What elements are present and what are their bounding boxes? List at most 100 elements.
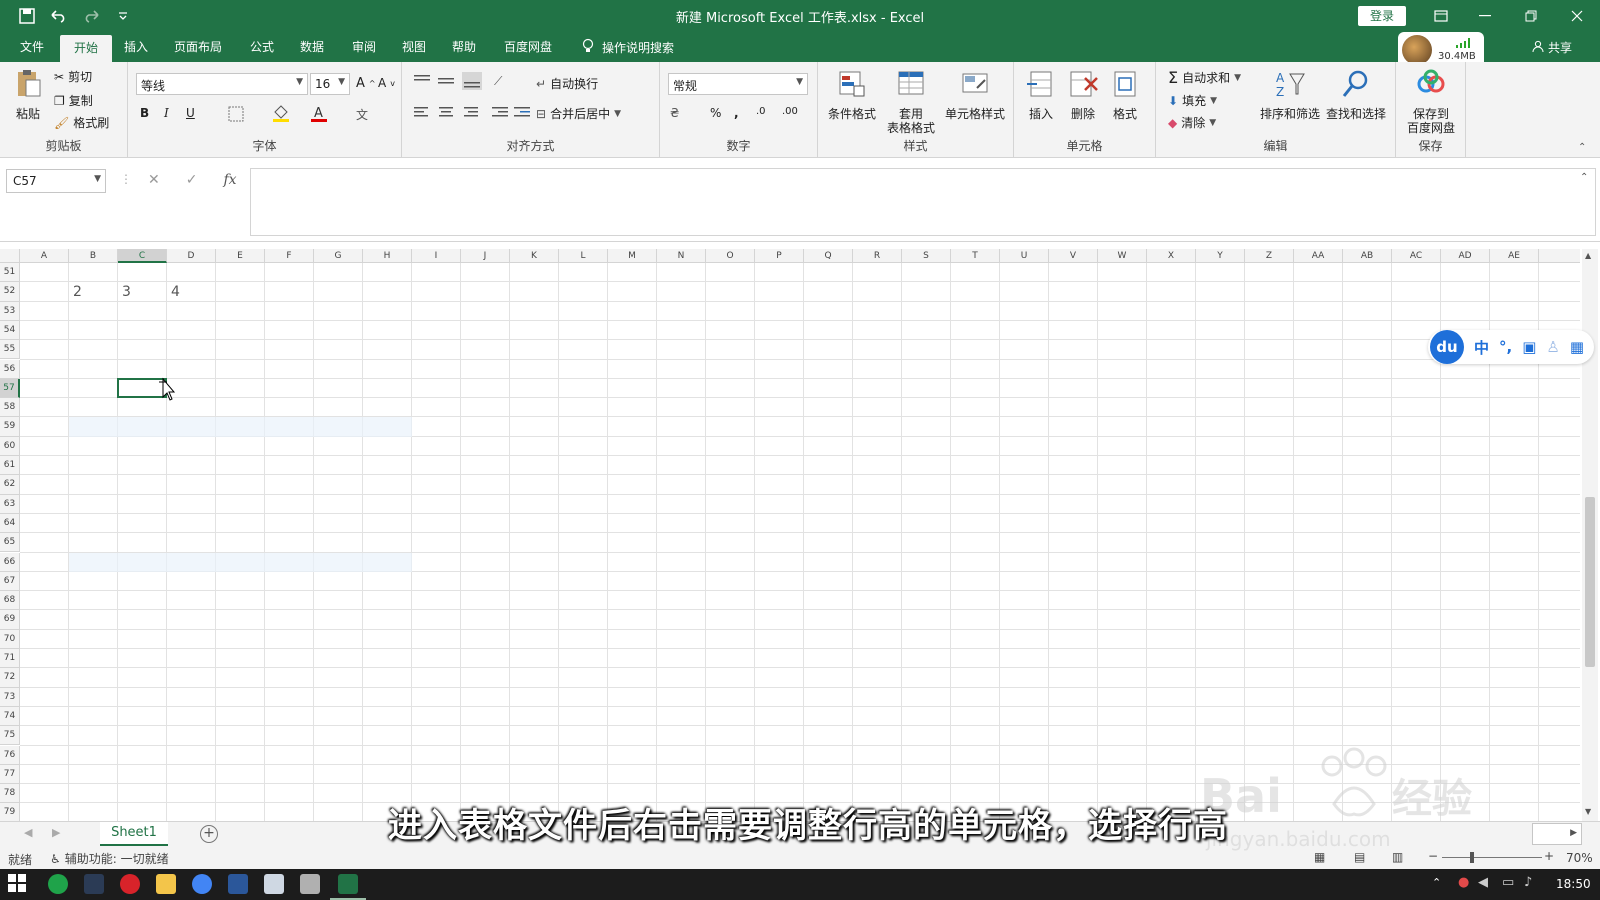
decrease-decimal-icon[interactable]: .00: [782, 106, 798, 117]
clock[interactable]: 18:50: [1556, 877, 1591, 891]
toolbox-icon[interactable]: ▣: [1522, 338, 1536, 356]
align-bottom-icon[interactable]: [462, 72, 482, 90]
tab-insert[interactable]: 插入: [120, 38, 152, 55]
conditional-formatting-button[interactable]: 条件格式: [824, 68, 880, 121]
font-size-select[interactable]: 16 ▼: [310, 73, 350, 95]
align-right-icon[interactable]: [462, 106, 478, 118]
column-header-u[interactable]: U: [1000, 249, 1049, 263]
next-sheet-icon[interactable]: ▶: [52, 826, 60, 839]
sheet-tab[interactable]: Sheet1: [100, 822, 168, 846]
row-header-77[interactable]: 77: [0, 764, 20, 785]
tab-page-layout[interactable]: 页面布局: [170, 38, 226, 55]
tray-mic-icon[interactable]: ◀: [1478, 875, 1488, 890]
collapse-formula-bar-icon[interactable]: ⌃: [1580, 172, 1588, 183]
column-header-r[interactable]: R: [853, 249, 902, 263]
format-painter-button[interactable]: 🖌 格式刷: [54, 114, 109, 131]
column-header-e[interactable]: E: [216, 249, 265, 263]
cell-c52[interactable]: 3: [122, 284, 131, 300]
row-header-74[interactable]: 74: [0, 706, 20, 727]
row-header-76[interactable]: 76: [0, 745, 20, 765]
row-header-66[interactable]: 66: [0, 552, 20, 572]
row-header-73[interactable]: 73: [0, 687, 20, 707]
find-select-button[interactable]: 查找和选择: [1324, 68, 1388, 121]
cell-styles-button[interactable]: 单元格样式: [942, 68, 1008, 121]
formula-input[interactable]: [250, 168, 1596, 236]
ime-mode-toggle[interactable]: 中: [1474, 337, 1489, 358]
login-button[interactable]: 登录: [1358, 6, 1406, 26]
restore-icon[interactable]: [1508, 0, 1554, 32]
column-header-x[interactable]: X: [1147, 249, 1196, 263]
tell-me-search[interactable]: 操作说明搜索: [582, 38, 674, 57]
scroll-down-icon[interactable]: ▼: [1585, 807, 1591, 816]
row-header-56[interactable]: 56: [0, 359, 20, 379]
row-header-51[interactable]: 51: [0, 263, 20, 283]
font-color-icon[interactable]: A: [310, 104, 328, 122]
tab-home[interactable]: 开始: [60, 35, 113, 62]
ribbon-display-icon[interactable]: [1418, 0, 1464, 32]
column-header-h[interactable]: H: [363, 249, 412, 263]
row-header-52[interactable]: 52: [0, 282, 20, 302]
tray-chevron-icon[interactable]: ⌃: [1432, 876, 1441, 889]
merge-center-button[interactable]: ⊟ 合并后居中 ▼: [536, 105, 621, 122]
align-left-icon[interactable]: [414, 106, 430, 118]
percent-icon[interactable]: %: [710, 106, 721, 120]
shrink-font-icon[interactable]: Av: [378, 76, 395, 90]
row-header-60[interactable]: 60: [0, 436, 20, 456]
cut-button[interactable]: ✂ 剪切: [54, 68, 92, 85]
bold-button[interactable]: B: [140, 106, 149, 120]
file-explorer-icon[interactable]: [156, 874, 176, 894]
cell-d52[interactable]: 4: [171, 284, 180, 300]
scroll-right-icon[interactable]: ▶: [1570, 828, 1577, 838]
tray-app-icon[interactable]: ●: [1458, 875, 1469, 890]
format-as-table-button[interactable]: 套用 表格格式: [884, 68, 938, 135]
column-header-ac[interactable]: AC: [1392, 249, 1441, 263]
network-icon[interactable]: ▭: [1502, 875, 1514, 890]
tab-view[interactable]: 视图: [398, 38, 430, 55]
zoom-in-icon[interactable]: +: [1544, 849, 1554, 863]
column-header-s[interactable]: S: [902, 249, 951, 263]
zoom-slider[interactable]: [1442, 852, 1542, 863]
prev-sheet-icon[interactable]: ◀: [24, 826, 32, 839]
tab-data[interactable]: 数据: [296, 38, 328, 55]
phonetic-icon[interactable]: 文: [356, 106, 368, 123]
row-header-79[interactable]: 79: [0, 803, 20, 821]
column-header-ae[interactable]: AE: [1490, 249, 1539, 263]
sort-filter-button[interactable]: AZ 排序和筛选: [1258, 68, 1322, 121]
punctuation-icon[interactable]: °,: [1499, 338, 1512, 356]
scroll-thumb[interactable]: [1585, 497, 1595, 667]
align-middle-icon[interactable]: [438, 74, 454, 88]
tab-help[interactable]: 帮助: [448, 38, 480, 55]
row-header-64[interactable]: 64: [0, 513, 20, 534]
column-header-d[interactable]: D: [167, 249, 216, 263]
borders-icon[interactable]: [228, 106, 244, 122]
align-top-icon[interactable]: [414, 74, 430, 88]
column-header-p[interactable]: P: [755, 249, 804, 263]
format-cells-button[interactable]: 格式: [1106, 68, 1144, 121]
row-header-54[interactable]: 54: [0, 320, 20, 341]
excel-taskbar-icon[interactable]: [338, 874, 358, 894]
share-button[interactable]: 共享: [1532, 39, 1572, 56]
notepad-icon[interactable]: [264, 874, 284, 894]
column-header-ad[interactable]: AD: [1441, 249, 1490, 263]
minimize-icon[interactable]: [1462, 0, 1508, 32]
row-header-59[interactable]: 59: [0, 417, 20, 437]
paste-button[interactable]: 粘贴: [10, 68, 46, 121]
column-header-q[interactable]: Q: [804, 249, 853, 263]
row-header-70[interactable]: 70: [0, 629, 20, 649]
fill-button[interactable]: ⬇ 填充 ▼: [1168, 92, 1217, 109]
row-header-55[interactable]: 55: [0, 340, 20, 360]
row-header-53[interactable]: 53: [0, 301, 20, 321]
column-header-m[interactable]: M: [608, 249, 657, 263]
column-header-o[interactable]: O: [706, 249, 755, 263]
tab-formulas[interactable]: 公式: [246, 38, 278, 55]
row-header-78[interactable]: 78: [0, 784, 20, 804]
row-header-63[interactable]: 63: [0, 494, 20, 514]
column-header-t[interactable]: T: [951, 249, 1000, 263]
scroll-up-icon[interactable]: ▲: [1585, 251, 1591, 260]
column-header-f[interactable]: F: [265, 249, 314, 263]
column-header-z[interactable]: Z: [1245, 249, 1294, 263]
word-icon[interactable]: [228, 874, 248, 894]
column-header-y[interactable]: Y: [1196, 249, 1245, 263]
number-format-select[interactable]: 常规 ▼: [668, 73, 808, 95]
row-header-69[interactable]: 69: [0, 610, 20, 630]
